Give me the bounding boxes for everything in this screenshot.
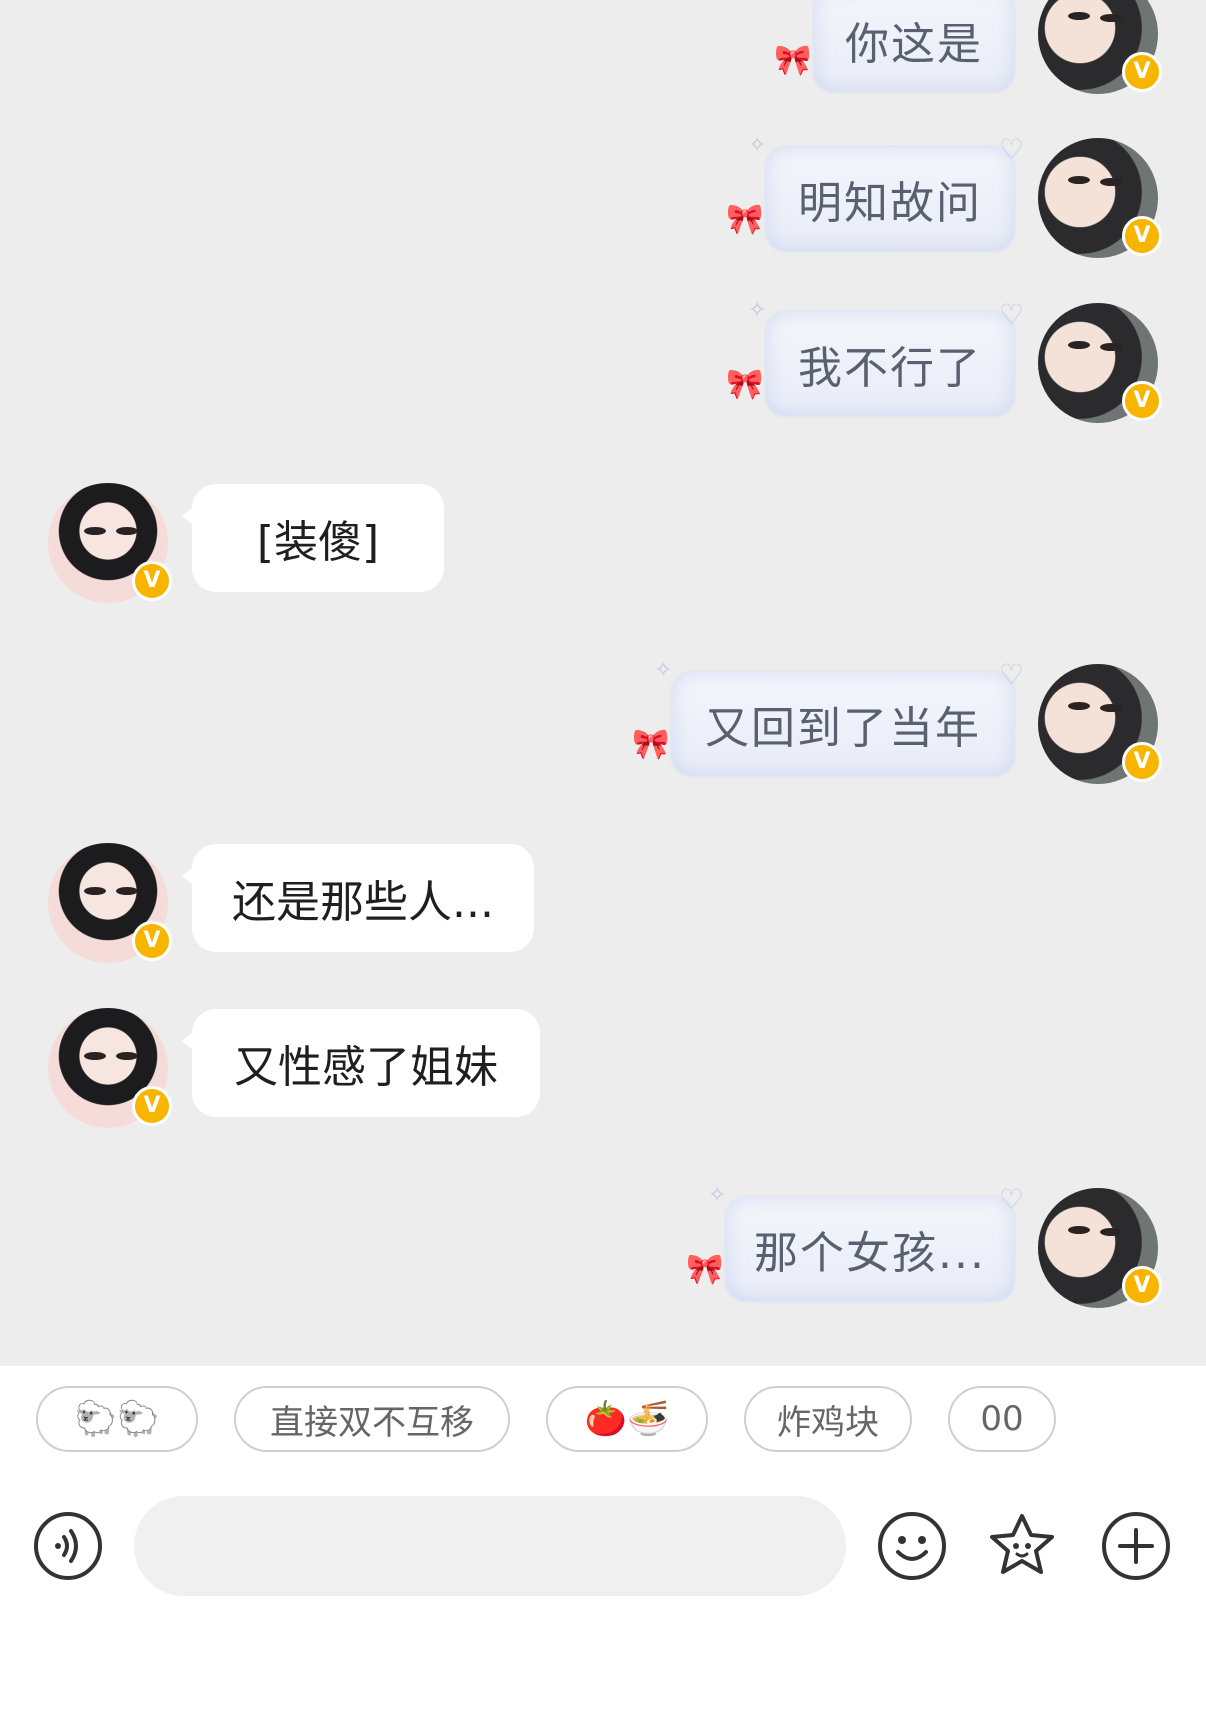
watermark-stripes [970, 1704, 1202, 1716]
butterfly-decoration-icon: ♡ [998, 658, 1026, 691]
message-bubble-contact[interactable]: 还是那些人... [182, 844, 534, 952]
message-text: 我不行了 [798, 343, 982, 394]
message-text: 又回到了当年 [705, 703, 981, 754]
quick-reply-label: 🍅🍜 [584, 1399, 670, 1439]
message-text: [装傻] [256, 517, 380, 568]
plus-icon[interactable] [1100, 1510, 1172, 1582]
message-bubble-me[interactable]: ✧ ♡ 🎀 我不行了 [726, 298, 1024, 418]
sparkle-decoration-icon: ✧ [748, 298, 769, 323]
verified-badge-icon: V [132, 921, 172, 961]
quick-reply-label: 🐑🐑 [74, 1399, 160, 1439]
quick-reply-chip[interactable]: 00 [948, 1386, 1056, 1452]
bow-decoration-icon: 🎀 [726, 202, 766, 237]
sparkle-decoration-icon: ✧ [748, 133, 769, 158]
message-text: 你这是 [845, 19, 983, 70]
butterfly-decoration-icon: ♡ [998, 298, 1026, 331]
avatar-me[interactable]: V [1038, 138, 1162, 258]
quick-reply-label: 直接双不互移 [270, 1402, 474, 1443]
message-text: 那个女孩... [754, 1228, 986, 1279]
verified-badge-icon: V [132, 1086, 172, 1126]
bow-decoration-icon: 🎀 [774, 43, 814, 78]
verified-badge-icon: V [1122, 381, 1162, 421]
verified-badge-icon: V [1122, 52, 1162, 92]
avatar-me[interactable]: V [1038, 0, 1162, 94]
verified-badge-icon: V [1122, 216, 1162, 256]
avatar-contact[interactable]: V [48, 483, 172, 603]
bow-decoration-icon: 🎀 [632, 727, 672, 762]
message-bubble-me[interactable]: ✧ ♡ 🎀 那个女孩... [686, 1183, 1024, 1303]
quick-reply-chip[interactable]: 直接双不互移 [234, 1386, 510, 1452]
message-bubble-me[interactable]: 🎀 你这是 [774, 0, 1016, 94]
quick-reply-chip[interactable]: 🍅🍜 [546, 1386, 708, 1452]
bow-decoration-icon: 🎀 [686, 1252, 726, 1287]
bow-decoration-icon: 🎀 [726, 367, 766, 402]
quick-reply-chip[interactable]: 炸鸡块 [744, 1386, 912, 1452]
verified-badge-icon: V [132, 561, 172, 601]
butterfly-decoration-icon: ♡ [998, 1183, 1026, 1216]
message-bubble-contact[interactable]: 又性感了姐妹 [182, 1009, 540, 1117]
verified-badge-icon: V [1122, 1266, 1162, 1306]
avatar-contact[interactable]: V [48, 843, 172, 963]
verified-badge-icon: V [1122, 742, 1162, 782]
chat-area: V 🎀 你这是 V ✧ ♡ 🎀 明知故问 V ✧ ♡ 🎀 我不行了 V [装傻]… [0, 0, 1206, 1366]
butterfly-decoration-icon: ♡ [998, 133, 1026, 166]
message-bubble-me[interactable]: ✧ ♡ 🎀 又回到了当年 [632, 658, 1024, 778]
message-bubble-contact[interactable]: [装傻] [182, 484, 444, 592]
message-input[interactable] [134, 1496, 846, 1596]
quick-reply-label: 00 [980, 1399, 1024, 1439]
avatar-me[interactable]: V [1038, 664, 1162, 784]
message-text: 又性感了姐妹 [234, 1042, 498, 1093]
avatar-me[interactable]: V [1038, 1188, 1162, 1308]
sticker-star-icon[interactable] [986, 1510, 1058, 1582]
quick-reply-label: 炸鸡块 [777, 1402, 879, 1443]
message-text: 明知故问 [798, 178, 982, 229]
avatar-contact[interactable]: V [48, 1008, 172, 1128]
voice-icon[interactable] [32, 1510, 104, 1582]
avatar-me[interactable]: V [1038, 303, 1162, 423]
message-text: 还是那些人... [232, 877, 494, 928]
emoji-icon[interactable] [876, 1510, 948, 1582]
bottom-panel: 🐑🐑 直接双不互移 🍅🍜 炸鸡块 00 [0, 1366, 1206, 1726]
sparkle-decoration-icon: ✧ [654, 658, 675, 683]
sparkle-decoration-icon: ✧ [708, 1183, 729, 1208]
quick-reply-chip[interactable]: 🐑🐑 [36, 1386, 198, 1452]
message-bubble-me[interactable]: ✧ ♡ 🎀 明知故问 [726, 133, 1024, 253]
